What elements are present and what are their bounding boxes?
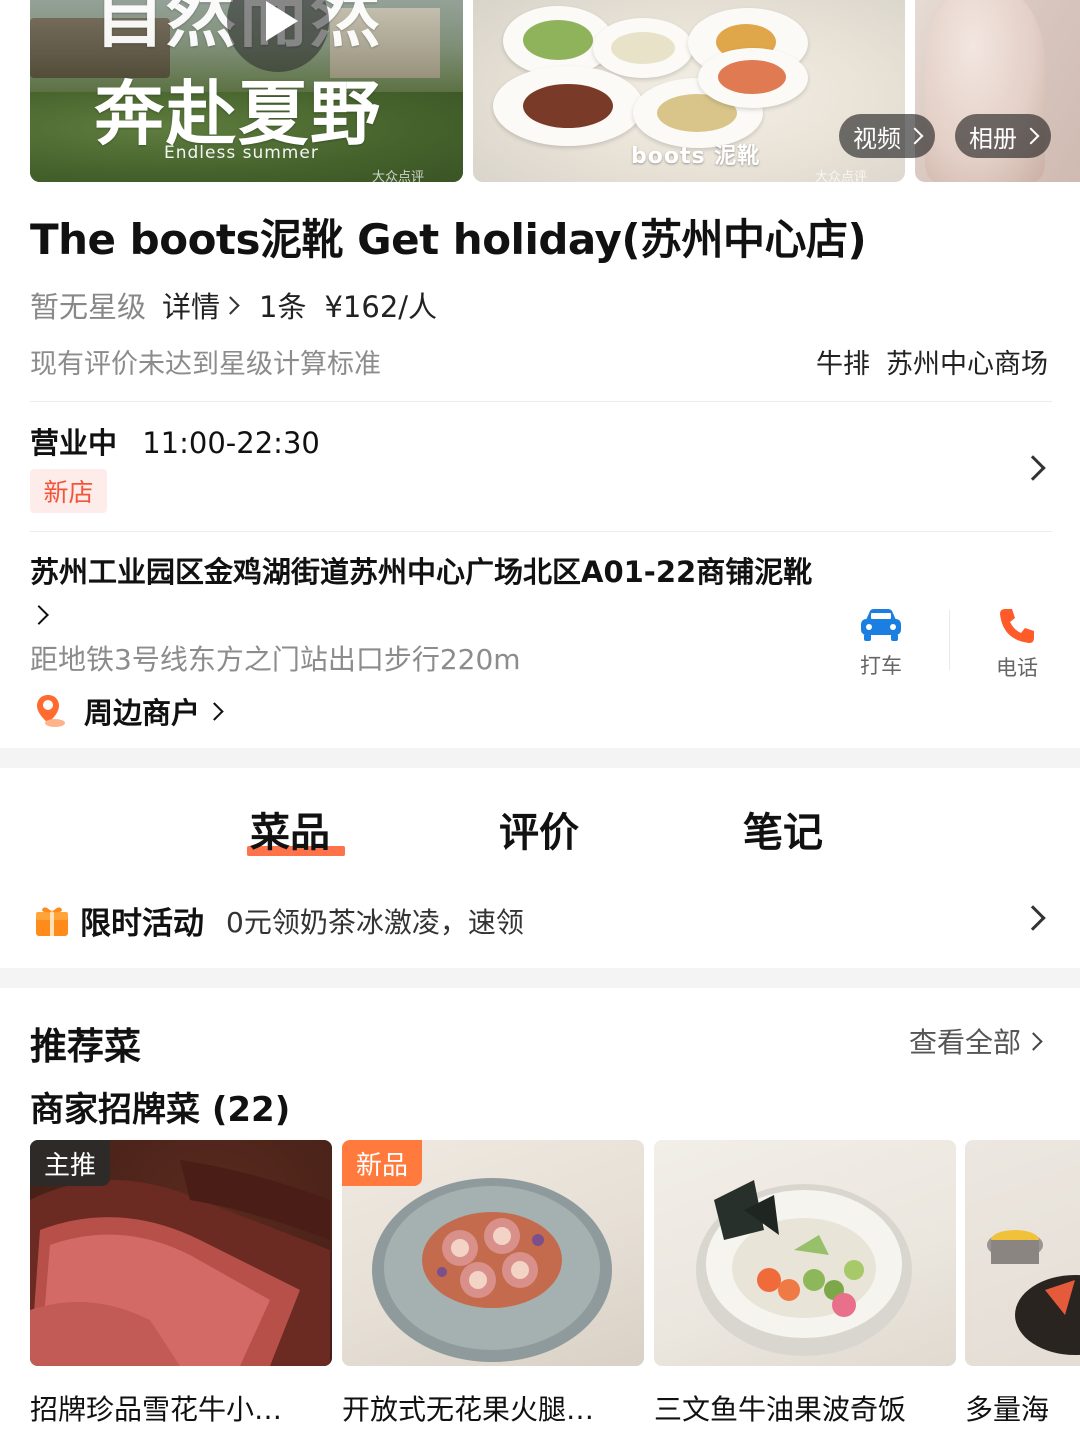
promo-title: 限时活动 xyxy=(80,906,204,942)
avg-price: ¥162/人 xyxy=(324,290,438,324)
photo-caption: Endless summer xyxy=(164,143,319,163)
dish-card[interactable]: 多量海 xyxy=(965,1140,1080,1428)
dish-badge: 新品 xyxy=(342,1140,423,1186)
content-tabs: 菜品 评价 笔记 xyxy=(0,768,1080,868)
section-gap xyxy=(0,968,1080,988)
review-count[interactable]: 1条 xyxy=(259,284,306,326)
dish-name: 多量海 xyxy=(965,1393,1050,1426)
signature-dishes-title: 商家招牌菜 (22) xyxy=(30,1090,291,1130)
dish-badge: 主推 xyxy=(30,1140,111,1186)
rating-note: 现有评价未达到星级计算标准 xyxy=(30,349,381,380)
dish-name: 三文鱼牛油果波奇饭 xyxy=(654,1393,907,1426)
photo-dish xyxy=(698,48,808,108)
taxi-button[interactable]: 打车 xyxy=(835,606,927,680)
promo-text: 0元领奶茶冰激凌，速领 xyxy=(226,905,524,939)
nearby-merchants-link[interactable]: 周边商户 xyxy=(34,690,231,732)
dish-image xyxy=(654,1140,956,1366)
phone-label: 电话 xyxy=(996,656,1038,680)
photo-dish xyxy=(493,66,643,146)
promo-banner: 限时活动 0元领奶茶冰激凌，速领 xyxy=(34,898,524,943)
dish-name: 招牌珍品雪花牛小… xyxy=(30,1393,283,1426)
recommended-title: 推荐菜 xyxy=(30,1025,141,1068)
photo-logo: boots 泥靴 xyxy=(631,144,761,169)
location-tag[interactable]: 苏州中心商场 xyxy=(886,349,1048,380)
phone-button[interactable]: 电话 xyxy=(971,606,1063,682)
chevron-right-icon xyxy=(1022,127,1040,145)
taxi-label: 打车 xyxy=(860,654,902,678)
chevron-right-icon[interactable] xyxy=(1020,905,1046,931)
detail-label: 详情 xyxy=(162,290,221,324)
dish-name: 开放式无花果火腿… xyxy=(342,1393,595,1426)
dish-card[interactable]: 三文鱼牛油果波奇饭 xyxy=(654,1140,956,1428)
location-pin-icon xyxy=(37,695,65,727)
album-button[interactable]: 相册 xyxy=(955,114,1051,158)
photo-dish xyxy=(593,18,693,78)
gift-icon xyxy=(36,906,68,936)
dish-image xyxy=(965,1140,1080,1366)
chevron-right-icon[interactable] xyxy=(1020,455,1046,481)
tab-notes[interactable]: 笔记 xyxy=(743,800,823,858)
dish-card[interactable]: 新品 开放式无花果火腿… xyxy=(342,1140,644,1428)
chevron-right-icon xyxy=(1024,1031,1043,1051)
see-all-label: 查看全部 xyxy=(908,1026,1021,1059)
video-label: 视频 xyxy=(853,124,901,153)
watermark: 大众点评 xyxy=(372,170,425,182)
dish-card[interactable]: 主推 招牌珍品雪花牛小… xyxy=(30,1140,332,1428)
photo-gallery[interactable]: 自然而然 奔赴夏野 Endless summer 大众点评 boots 泥靴 大… xyxy=(0,0,1080,182)
new-shop-badge: 新店 xyxy=(30,469,107,513)
detail-link[interactable]: 详情 xyxy=(162,284,247,326)
chevron-right-icon xyxy=(29,605,49,625)
open-time: 11:00-22:30 xyxy=(142,426,320,460)
divider xyxy=(30,531,1052,532)
tab-dishes[interactable]: 菜品 xyxy=(250,800,330,858)
shop-title: The boots泥靴 Get holiday(苏州中心店) xyxy=(30,215,867,264)
chevron-right-icon xyxy=(906,127,924,145)
address[interactable]: 苏州工业园区金鸡湖街道苏州中心广场北区A01-22商铺泥靴 xyxy=(29,552,820,632)
metro-distance: 距地铁3号线东方之门站出口步行220m xyxy=(30,643,521,676)
chevron-right-icon xyxy=(221,295,240,315)
chevron-right-icon xyxy=(205,701,224,721)
video-button[interactable]: 视频 xyxy=(839,114,935,158)
cuisine-tag[interactable]: 牛排 xyxy=(816,349,870,380)
open-status: 营业中 xyxy=(30,426,118,460)
watermark: 大众点评 xyxy=(815,170,868,182)
divider xyxy=(30,401,1052,402)
gallery-photo-video[interactable]: 自然而然 奔赴夏野 Endless summer 大众点评 xyxy=(30,0,463,182)
divider xyxy=(949,610,950,670)
star-level: 暂无星级 xyxy=(30,290,147,324)
business-hours: 营业中 11:00-22:30 xyxy=(30,420,320,462)
shop-tags: 牛排 苏州中心商场 xyxy=(816,342,1048,381)
gallery-photo-food[interactable]: boots 泥靴 大众点评 xyxy=(473,0,905,182)
see-all-link[interactable]: 查看全部 xyxy=(908,1021,1043,1061)
address-text: 苏州工业园区金鸡湖街道苏州中心广场北区A01-22商铺泥靴 xyxy=(30,555,813,589)
nearby-label: 周边商户 xyxy=(84,696,201,730)
rating-row: 暂无星级 详情 1条 ¥162/人 xyxy=(30,284,437,326)
dish-carousel[interactable]: 主推 招牌珍品雪花牛小… 新品 开放式无花果火腿… 三文鱼牛油果波奇饭 多量海 xyxy=(0,1140,1080,1440)
car-icon xyxy=(861,609,901,641)
section-gap xyxy=(0,748,1080,768)
tab-reviews[interactable]: 评价 xyxy=(499,800,579,858)
phone-icon xyxy=(1000,609,1034,643)
album-label: 相册 xyxy=(969,124,1017,153)
